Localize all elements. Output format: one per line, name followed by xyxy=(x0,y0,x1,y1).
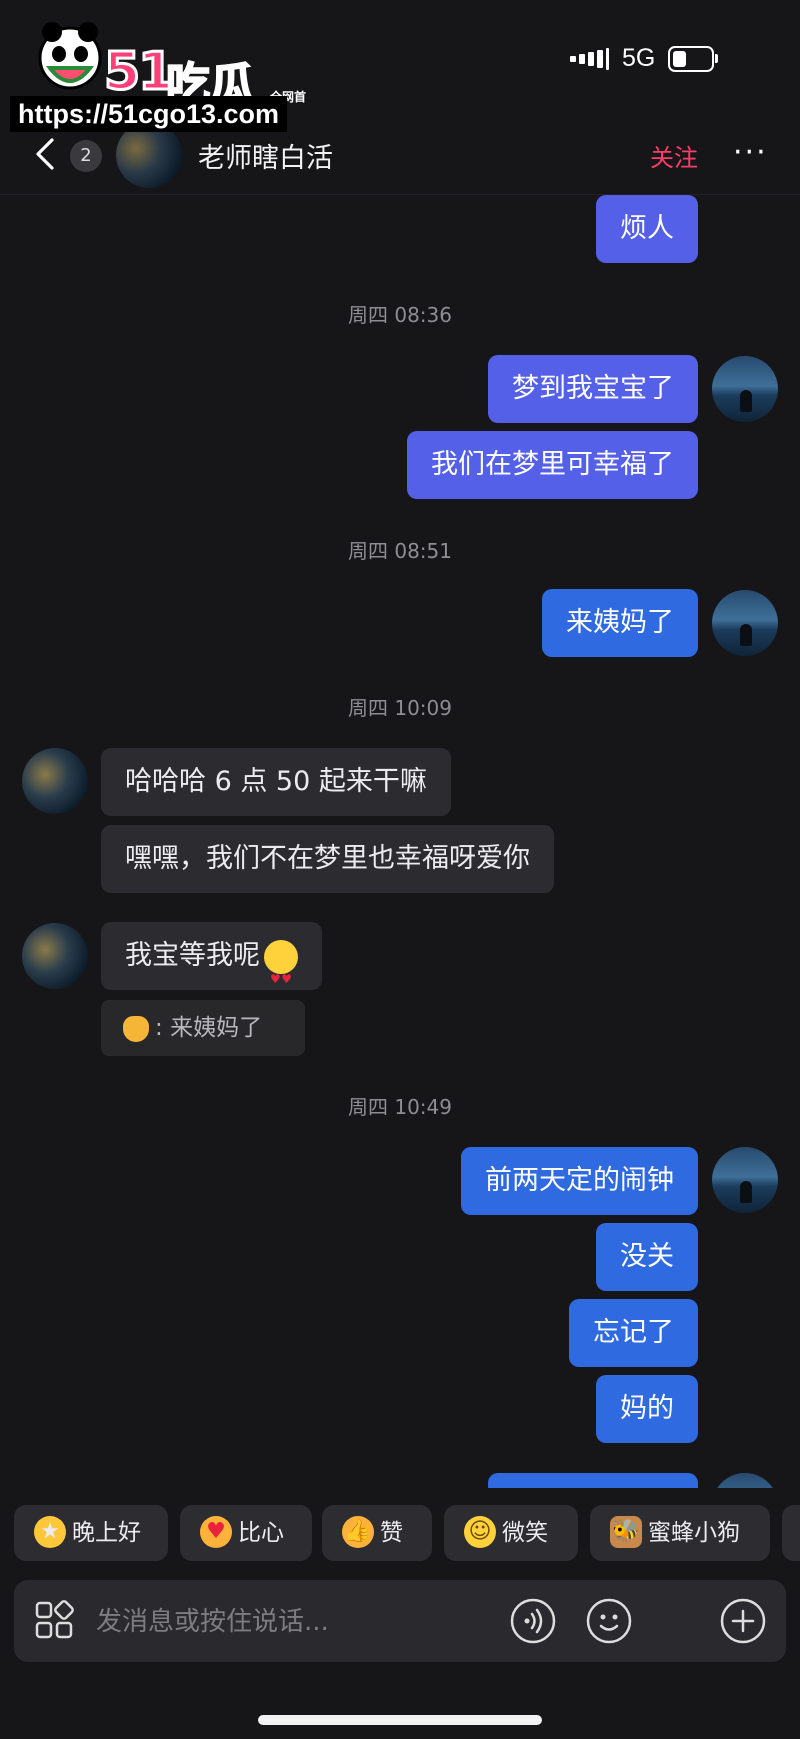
message-input[interactable] xyxy=(94,1594,558,1650)
chat-messages: 烦人 周四 08:36 梦到我宝宝了 我们在梦里可幸福了 周四 08:51 来姨… xyxy=(0,195,800,1488)
message-outgoing[interactable]: 没关 xyxy=(596,1223,698,1291)
message-outgoing[interactable]: 来姨妈了 xyxy=(542,589,698,657)
quick-reply-label: 比心 xyxy=(238,1520,284,1546)
cat-avatar-icon xyxy=(123,1015,149,1042)
home-indicator[interactable] xyxy=(258,1715,542,1725)
message-input-bar xyxy=(14,1580,786,1662)
status-bar: 5G xyxy=(540,40,800,76)
timestamp: 周四 08:36 xyxy=(348,303,452,327)
my-avatar[interactable] xyxy=(712,590,778,656)
my-avatar[interactable] xyxy=(712,1147,778,1213)
network-label: 5G xyxy=(622,44,656,72)
message-incoming[interactable]: 我宝等我呢 xyxy=(101,922,322,1013)
message-outgoing[interactable]: 梦到我宝宝了 xyxy=(488,355,698,423)
quick-reply-chip[interactable]: ★ 晚上好 xyxy=(14,1505,168,1561)
message-outgoing[interactable]: 我们在梦里可幸福了 xyxy=(407,431,698,499)
message-text: 我宝等我呢 xyxy=(125,940,260,971)
more-options-icon[interactable]: ··· xyxy=(733,138,768,168)
apps-grid-icon[interactable] xyxy=(34,1600,76,1642)
heart-eyes-emoji-icon xyxy=(264,939,298,1013)
quick-reply-label: 晚上好 xyxy=(72,1520,141,1546)
watermelon-panda-logo-icon xyxy=(38,22,102,90)
unread-badge: 2 xyxy=(70,140,102,172)
message-incoming[interactable]: 哈哈哈 6 点 50 起来干嘛 xyxy=(101,748,451,816)
message-outgoing[interactable]: 前两天定的闹钟 xyxy=(461,1147,698,1215)
battery-icon xyxy=(668,46,718,72)
quick-reply-chip[interactable]: 👍 赞 xyxy=(322,1505,432,1561)
emoji-icon[interactable] xyxy=(586,1598,632,1644)
message-outgoing[interactable]: 忘记了 xyxy=(569,1299,698,1367)
quick-reply-chip-partial[interactable] xyxy=(782,1505,800,1561)
contact-message-avatar[interactable] xyxy=(22,748,88,814)
bee-dog-icon: 🐝 xyxy=(610,1515,642,1548)
quick-replies-bar: ★ 晚上好 ♥ 比心 👍 赞 ☺ 微笑 🐝 蜜蜂小狗 xyxy=(0,1505,800,1563)
heart-hand-icon: ♥ xyxy=(200,1515,232,1548)
timestamp: 周四 10:09 xyxy=(348,696,452,720)
timestamp: 周四 08:51 xyxy=(348,539,452,563)
watermark: 51 吃瓜 全网首发 https://51cgo13.com xyxy=(8,14,313,132)
voice-icon[interactable] xyxy=(510,1598,556,1644)
quick-reply-chip[interactable]: ♥ 比心 xyxy=(180,1505,312,1561)
my-avatar[interactable] xyxy=(712,1473,778,1488)
message-outgoing-partial[interactable] xyxy=(488,1473,698,1488)
quick-reply-chip[interactable]: 🐝 蜜蜂小狗 xyxy=(590,1505,770,1561)
quoted-reply[interactable]: : 来姨妈了 xyxy=(101,1000,305,1056)
message-incoming[interactable]: 嘿嘿，我们不在梦里也幸福呀爱你 xyxy=(101,825,554,893)
follow-button[interactable]: 关注 xyxy=(650,138,698,173)
message-outgoing[interactable]: 妈的 xyxy=(596,1375,698,1443)
watermark-brand: 51 xyxy=(102,41,175,104)
quick-reply-label: 微笑 xyxy=(502,1520,548,1546)
back-arrow-icon[interactable] xyxy=(28,134,68,174)
quick-reply-chip[interactable]: ☺ 微笑 xyxy=(444,1505,578,1561)
thumbs-up-icon: 👍 xyxy=(342,1515,374,1548)
smile-icon: ☺ xyxy=(464,1515,496,1548)
watermark-url: https://51cgo13.com xyxy=(10,96,288,132)
contact-name[interactable]: 老师瞎白活 xyxy=(198,136,333,175)
contact-message-avatar[interactable] xyxy=(22,923,88,989)
quick-reply-label: 赞 xyxy=(380,1520,403,1546)
quick-reply-label: 蜜蜂小狗 xyxy=(648,1520,740,1546)
quote-separator: : xyxy=(155,1015,163,1041)
quoted-text: 来姨妈了 xyxy=(170,1015,263,1041)
my-avatar[interactable] xyxy=(712,356,778,422)
signal-icon xyxy=(570,48,609,70)
message-outgoing[interactable]: 烦人 xyxy=(596,195,698,263)
timestamp: 周四 10:49 xyxy=(348,1095,452,1119)
add-icon[interactable] xyxy=(720,1598,766,1644)
star-face-icon: ★ xyxy=(34,1515,66,1548)
